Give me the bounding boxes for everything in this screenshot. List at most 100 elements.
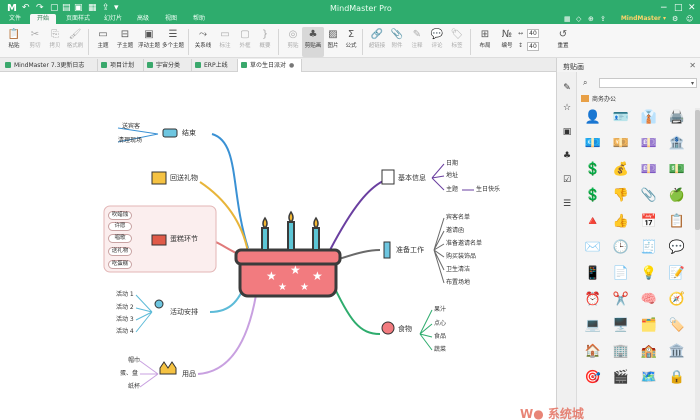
subtopic-food-4[interactable]: 蔬菜 [434, 346, 446, 354]
clipart-item[interactable]: 💬 [667, 238, 687, 258]
open-file-icon[interactable]: ▤ [62, 2, 71, 14]
chevron-down-icon[interactable]: ▾ [691, 79, 694, 88]
clipart-item[interactable]: 💷 [639, 134, 659, 154]
clipart-item[interactable]: 🎬 [611, 368, 631, 388]
multiple-topics-button[interactable]: ☰ 多个主题 [162, 27, 184, 57]
subtopic-end-2[interactable]: 清理现场 [118, 137, 142, 145]
minimize-icon[interactable]: − [660, 2, 668, 14]
settings-icon[interactable]: ⚙ [672, 14, 678, 24]
clipart-item[interactable]: 💷 [639, 160, 659, 180]
clipart-category[interactable]: 商务办公 [581, 95, 697, 105]
topic-food[interactable]: 食物 [398, 324, 412, 334]
clipart-item[interactable]: ✉️ [583, 238, 603, 258]
topic-supplies[interactable]: 用品 [182, 369, 196, 379]
tab-erp[interactable]: ERP上线 [192, 59, 238, 72]
subtopic-address[interactable]: 地址 [446, 172, 458, 180]
menu-slides[interactable]: 幻灯片 [100, 14, 126, 24]
clipart-item[interactable]: 🏦 [667, 134, 687, 154]
clipart-item[interactable]: 💲 [583, 160, 603, 180]
clipart-item[interactable]: 🎯 [583, 368, 603, 388]
clipart-item[interactable]: 🗂️ [639, 316, 659, 336]
clipart-search-input[interactable]: ▾ [599, 78, 697, 88]
clipart-item[interactable]: 💻 [583, 316, 603, 336]
clipart-item[interactable]: 🕒 [611, 238, 631, 258]
clipart-item[interactable]: 🏫 [639, 342, 659, 362]
subtopic-cake-2[interactable]: 许愿 [108, 222, 132, 231]
clipart-item[interactable]: 💴 [611, 134, 631, 154]
subtopic-food-2[interactable]: 点心 [434, 320, 446, 328]
subtopic-supplies-3[interactable]: 纸杯 [128, 383, 140, 391]
tag-button[interactable]: 🏷 标签 [446, 27, 468, 57]
clipart-item[interactable]: 🧠 [639, 290, 659, 310]
search-icon[interactable]: ⌕ [583, 78, 587, 88]
share-icon[interactable]: ⇪ [600, 14, 606, 24]
scrollbar-thumb[interactable] [695, 110, 700, 230]
clipart-item[interactable]: 💶 [583, 134, 603, 154]
close-window-icon[interactable]: ✕ [688, 2, 696, 14]
summary-button[interactable]: } 概要 [254, 27, 276, 57]
user-icon[interactable]: ☺ [686, 14, 693, 24]
subtopic-prep-5[interactable]: 卫生清洁 [446, 266, 470, 274]
clipart-item[interactable]: 🏢 [611, 342, 631, 362]
quick-access-more-icon[interactable]: ▾ [114, 2, 119, 14]
clipart-item[interactable]: 📅 [639, 212, 659, 232]
subtopic-supplies-2[interactable]: 蛋、盘 [120, 370, 138, 378]
subtopic-prep-1[interactable]: 宾客名单 [446, 214, 470, 222]
clipart-item[interactable]: ✂️ [611, 290, 631, 310]
print-icon[interactable]: ▦ [88, 2, 97, 14]
subtopic-activity-2[interactable]: 活动 2 [116, 304, 134, 312]
clipart-item[interactable]: 🧭 [667, 290, 687, 310]
subtopic-prep-4[interactable]: 购买装饰品 [446, 253, 476, 261]
theme-panel-icon[interactable]: ▣ [561, 126, 573, 138]
clipart-item[interactable]: 🍏 [667, 186, 687, 206]
format-painter-button[interactable]: 🖌 格式刷 [64, 27, 86, 57]
menu-view[interactable]: 视图 [160, 14, 182, 24]
clipart-item[interactable]: 💰 [611, 160, 631, 180]
maximize-icon[interactable]: □ [674, 2, 683, 14]
mark-panel-icon[interactable]: ☆ [561, 102, 573, 114]
clipart-item[interactable]: 👤 [583, 108, 603, 128]
clipart-item[interactable]: 🖥️ [611, 316, 631, 336]
topic-activities[interactable]: 活动安排 [170, 307, 198, 317]
brand-account[interactable]: MindMaster ▾ [621, 14, 666, 24]
subtopic-supplies-1[interactable]: 帽巾 [128, 357, 140, 365]
menu-file[interactable]: 文件 [4, 14, 26, 24]
clipart-item[interactable]: 🪪 [611, 108, 631, 128]
topic-basic-info[interactable]: 基本信息 [398, 173, 426, 183]
clipart-item[interactable]: 📄 [611, 264, 631, 284]
tab-project-plan[interactable]: 项目计划 [98, 59, 144, 72]
clipart-item[interactable]: 🔒 [667, 368, 687, 388]
menu-advanced[interactable]: 高级 [132, 14, 154, 24]
clipart-item[interactable]: 📎 [639, 186, 659, 206]
clipart-item[interactable]: 🏷️ [667, 316, 687, 336]
cart-icon[interactable]: ⊕ [588, 14, 594, 24]
clipart-item[interactable]: 📝 [667, 264, 687, 284]
save-icon[interactable]: ▣ [74, 2, 83, 14]
subtopic-activity-1[interactable]: 活动 1 [116, 291, 134, 299]
clipart-item[interactable]: 💵 [667, 160, 687, 180]
clipart-item[interactable]: 📋 [667, 212, 687, 232]
clipart-item[interactable]: 🏛️ [667, 342, 687, 362]
tab-birthday-party[interactable]: 草の生日派对 ● [238, 59, 302, 72]
clipart-item[interactable]: 👔 [639, 108, 659, 128]
subtopic-prep-2[interactable]: 邀请函 [446, 227, 464, 235]
subtopic-prep-6[interactable]: 布置场地 [446, 279, 470, 287]
clipart-item[interactable]: 💡 [639, 264, 659, 284]
subtopic-theme[interactable]: 主题 [446, 186, 458, 194]
tab-universe[interactable]: 宇宙分类 [144, 59, 192, 72]
redo-icon[interactable]: ↷ [36, 2, 44, 14]
subtopic-prep-3[interactable]: 准备邀请名单 [446, 240, 482, 248]
undo-icon[interactable]: ↶ [22, 2, 30, 14]
clipart-item[interactable]: 🏠 [583, 342, 603, 362]
clipart-panel-icon[interactable]: ♣ [561, 150, 573, 162]
clipart-item[interactable]: 🖨️ [667, 108, 687, 128]
clipart-item[interactable]: ⏰ [583, 290, 603, 310]
subtopic-cake-1[interactable]: 吹蜡烛 [108, 211, 132, 220]
grid-icon[interactable]: ▦ [564, 14, 571, 24]
export-icon[interactable]: ⇪ [102, 2, 110, 14]
topic-end[interactable]: 结束 [182, 128, 196, 138]
menu-help[interactable]: 帮助 [188, 14, 210, 24]
topic-return-gifts[interactable]: 回送礼物 [170, 173, 198, 183]
clipart-item[interactable]: 🗺️ [639, 368, 659, 388]
clipart-item[interactable]: 👎 [611, 186, 631, 206]
